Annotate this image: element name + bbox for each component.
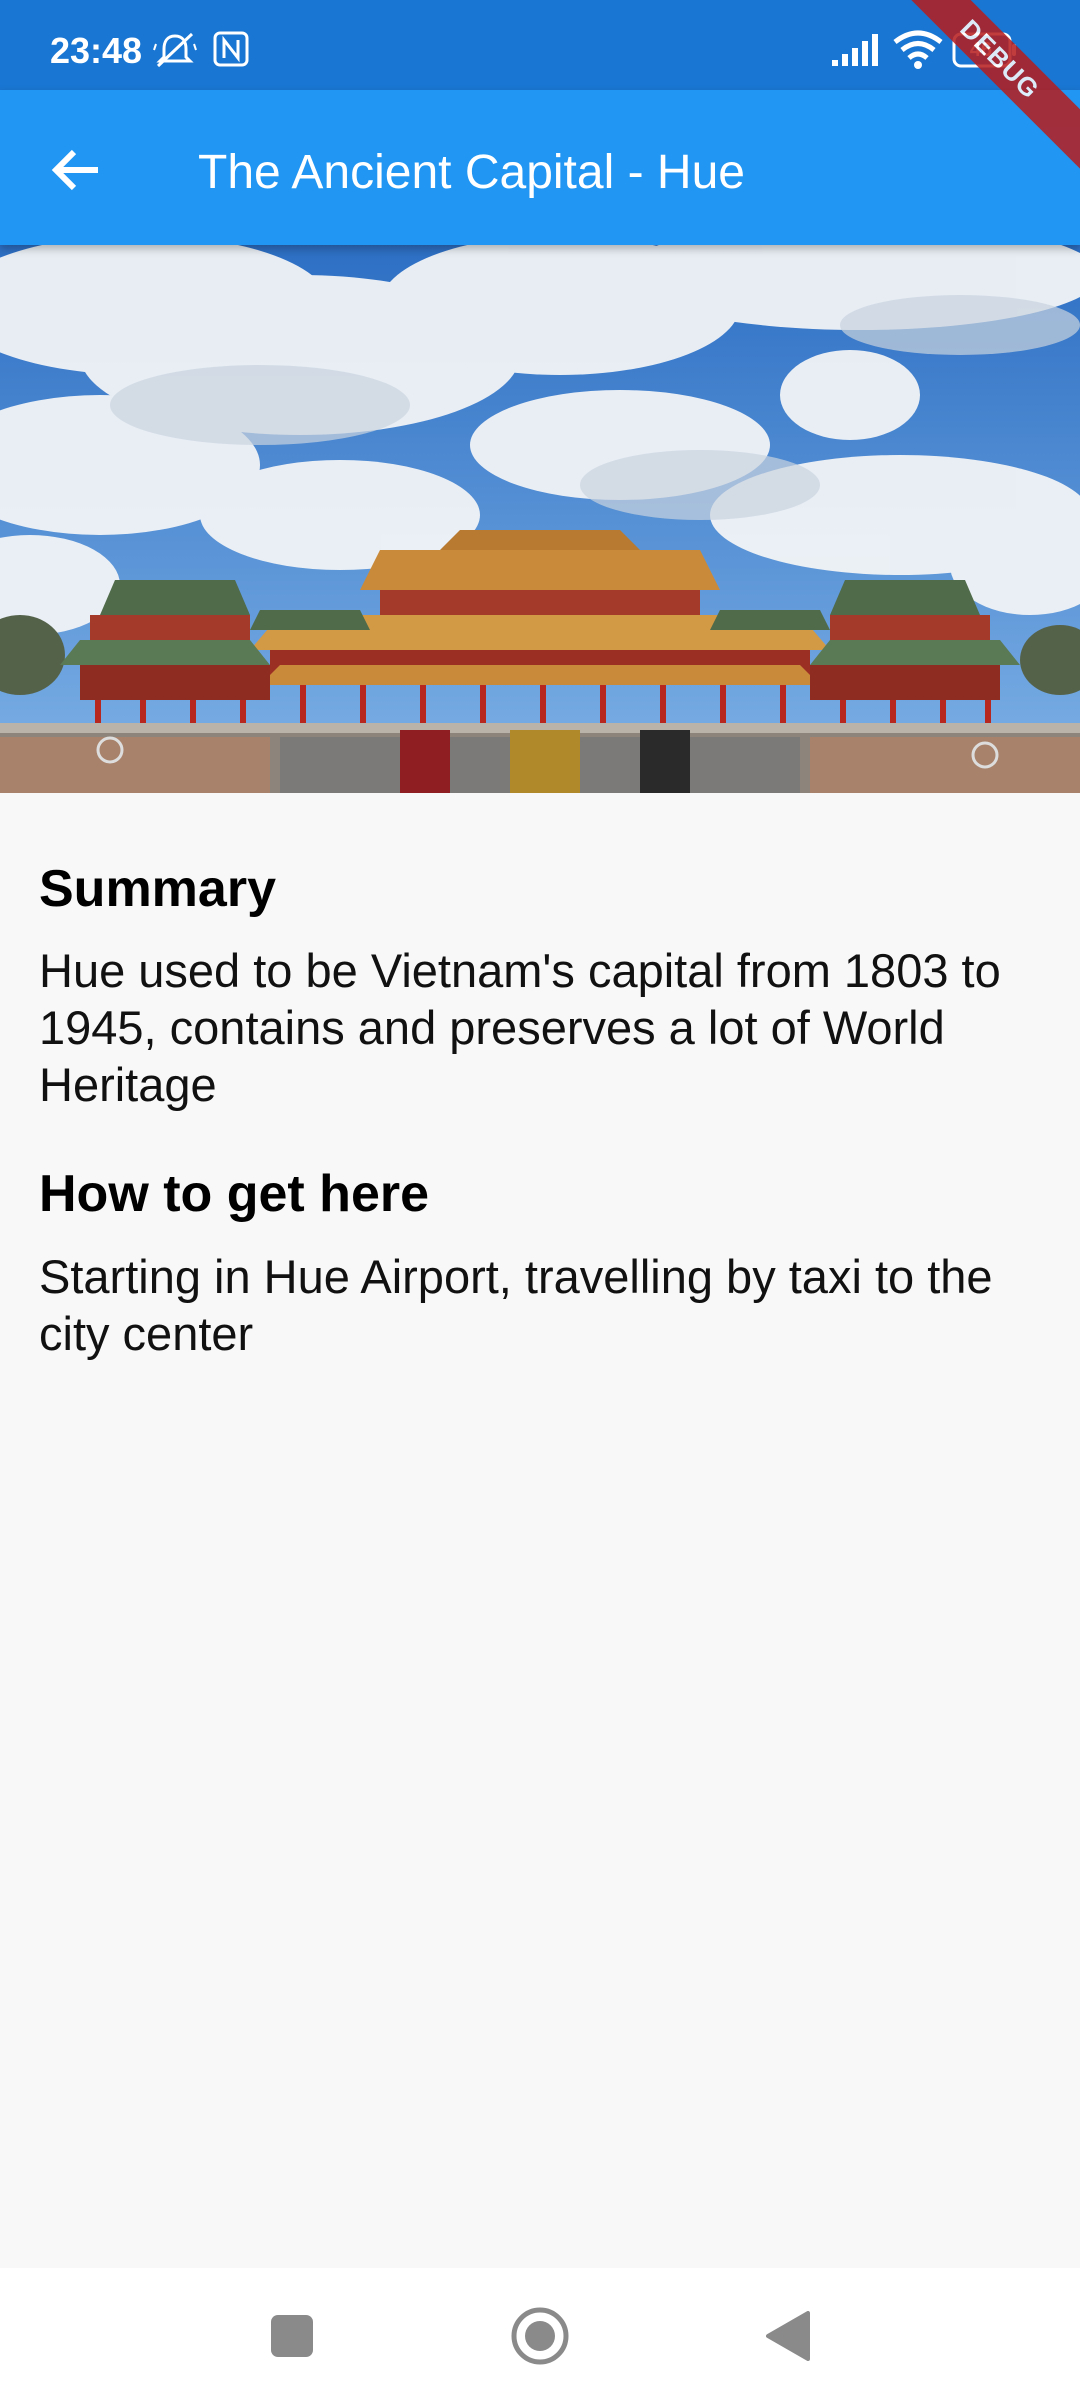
home-circle-icon (510, 2306, 570, 2371)
status-time: 23:48 (50, 30, 143, 71)
back-button[interactable] (36, 132, 116, 212)
page-title: The Ancient Capital - Hue (198, 146, 745, 199)
section-summary: Summary Hue used to be Vietnam's capital… (39, 858, 1039, 1113)
status-bar: 23:48 4 (0, 0, 1080, 90)
signal-icon (830, 32, 880, 73)
nfc-icon (212, 30, 250, 73)
recents-square-icon (270, 2314, 314, 2363)
system-nav-bar (0, 2268, 1080, 2400)
back-triangle-icon (766, 2310, 810, 2366)
imperial-citadel-gate-photo (0, 245, 1080, 793)
muted-bell-icon (152, 30, 198, 75)
home-button[interactable] (500, 2298, 580, 2378)
section-body: Hue used to be Vietnam's capital from 18… (39, 944, 1001, 1112)
section-title: Summary (39, 860, 276, 918)
app-bar: The Ancient Capital - Hue (0, 90, 1080, 245)
section-body: Starting in Hue Airport, travelling by t… (39, 1249, 993, 1360)
arrow-back-icon (50, 148, 102, 197)
section-directions: How to get here Starting in Hue Airport,… (39, 1163, 1039, 1361)
section-title: How to get here (39, 1165, 430, 1224)
wifi-icon (893, 30, 943, 75)
system-back-button[interactable] (748, 2298, 828, 2378)
hero-image (0, 245, 1080, 793)
recents-button[interactable] (252, 2298, 332, 2378)
content: Summary Hue used to be Vietnam's capital… (39, 820, 1039, 1412)
